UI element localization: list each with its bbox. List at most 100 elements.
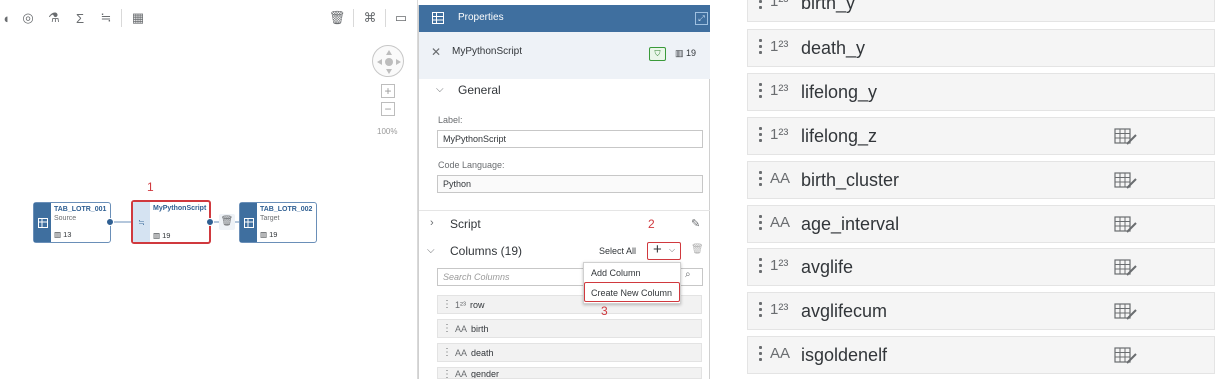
column-row[interactable]: 1²³ death_y [747, 29, 1215, 67]
label-input[interactable]: MyPythonScript [437, 130, 703, 148]
table-grid-icon [432, 12, 444, 24]
column-name: age_interval [801, 214, 900, 234]
delete-icon[interactable]: 🗑 [691, 244, 704, 255]
edit-column-icon[interactable] [1114, 215, 1138, 235]
column-name: death_y [801, 38, 866, 58]
drag-handle-icon[interactable] [759, 39, 763, 57]
general-section-title: General [458, 83, 501, 97]
columns-icon: ▥ [260, 230, 268, 239]
edit-column-icon[interactable] [1114, 346, 1138, 366]
column-row[interactable]: AA age_interval [747, 205, 1215, 243]
node-title: TAB_LOTR_002 [260, 206, 313, 213]
drag-handle-icon[interactable] [759, 346, 763, 364]
code-language-caption: Code Language: [438, 160, 505, 170]
column-name: birth_y [801, 0, 856, 13]
add-column-menu-item[interactable]: Add Column [584, 264, 682, 284]
drag-handle-icon[interactable] [759, 0, 763, 12]
columns-section-title: Columns (19) [450, 244, 523, 258]
object-summary: ✕ MyPythonScript ⛉ ▥ 19 [419, 32, 710, 79]
string-type-icon: AA [455, 323, 468, 334]
code-language-field[interactable]: Python [437, 175, 703, 193]
edit-column-icon[interactable] [1114, 258, 1138, 278]
column-row[interactable]: 1²³ lifelong_z [747, 117, 1215, 155]
node-column-count: 13 [63, 230, 72, 239]
drag-handle-icon[interactable] [759, 302, 763, 320]
section-divider [419, 210, 710, 211]
drag-handle-icon[interactable] [759, 171, 763, 189]
string-type-icon: AA [455, 369, 468, 379]
column-name: row [470, 299, 485, 310]
panel-title: Properties [458, 12, 504, 23]
numeric-type-icon: 1²³ [770, 38, 789, 55]
node-title: MyPythonScript [153, 205, 207, 212]
edit-column-icon[interactable] [1114, 171, 1138, 191]
select-all-link[interactable]: Select All [599, 246, 636, 256]
label-caption: Label: [438, 115, 463, 125]
object-name: MyPythonScript [452, 46, 523, 57]
column-row[interactable]: 1²³ avglifecum [747, 292, 1215, 330]
numeric-type-icon: 1²³ [770, 126, 789, 143]
node-column-count: 19 [269, 230, 278, 239]
node-delete-icon[interactable]: 🗑 [219, 214, 235, 230]
expand-icon[interactable]: ⤢ [695, 12, 708, 25]
add-column-button[interactable]: + ⌵ [647, 241, 681, 260]
edit-pencil-icon[interactable]: ✎ [691, 217, 700, 230]
column-name: birth_cluster [801, 170, 900, 190]
string-type-icon: AA [455, 347, 468, 358]
column-count-badge: ▥ 19 [675, 48, 697, 58]
drag-handle-icon[interactable]: ⋮ [442, 323, 452, 334]
column-name: lifelong_z [801, 126, 878, 146]
drag-handle-icon[interactable] [759, 258, 763, 276]
columns-icon: ▥ [153, 231, 161, 240]
node-connectors [113, 221, 239, 223]
script-section-title: Script [450, 217, 481, 231]
column-name: birth [471, 323, 489, 334]
chevron-right-icon: › [430, 217, 434, 229]
column-row[interactable]: 1²³ lifelong_y [747, 73, 1215, 111]
python-script-node[interactable]: ≒ MyPythonScript ▥ 19 [131, 200, 211, 244]
output-port[interactable] [106, 218, 114, 226]
drag-handle-icon[interactable] [759, 215, 763, 233]
source-node[interactable]: TAB_LOTR_001 Source ▥ 13 [33, 202, 111, 243]
dataflow-canvas[interactable]: ◖ ◎ ⚗ Σ ≒ ▦ 🗑 ⌘ ▭ + − 100% 1 TAB_LOTR_00… [0, 0, 418, 379]
column-row[interactable]: 1²³ avglife [747, 248, 1215, 286]
column-row[interactable]: 1²³ birth_y [747, 0, 1215, 22]
drag-handle-icon[interactable] [759, 127, 763, 145]
drag-handle-icon[interactable]: ⋮ [442, 347, 452, 358]
column-row[interactable]: ⋮ AA birth [437, 319, 702, 338]
table-icon [34, 203, 51, 242]
annotation-step-3: 3 [601, 304, 608, 318]
script-icon: ≒ [133, 202, 150, 242]
target-node[interactable]: TAB_LOTR_002 Target ▥ 19 [239, 202, 317, 243]
chevron-down-icon: ⌵ [436, 84, 444, 95]
validation-status-icon[interactable]: ⛉ [649, 47, 666, 61]
column-name: death [471, 347, 494, 358]
string-type-icon: AA [770, 345, 791, 362]
search-icon[interactable]: ⌕ [685, 269, 691, 280]
column-name: lifelong_y [801, 82, 878, 102]
column-name: gender [471, 369, 500, 379]
output-port[interactable] [206, 218, 214, 226]
node-column-count: 19 [162, 231, 171, 240]
column-name: avglifecum [801, 301, 888, 321]
node-subtitle: Source [54, 215, 77, 222]
tools-icon: ✕ [431, 45, 442, 59]
drag-handle-icon[interactable]: ⋮ [442, 299, 452, 310]
chevron-down-icon: ⌵ [669, 245, 676, 254]
numeric-type-icon: 1²³ [770, 0, 789, 10]
columns-icon: ▥ [54, 230, 62, 239]
column-row[interactable]: AA isgoldenelf [747, 336, 1215, 374]
numeric-type-icon: 1²³ [455, 299, 466, 310]
table-icon [240, 203, 257, 242]
properties-panel: Properties ⤢ ✕ MyPythonScript ⛉ ▥ 19 ⌵ G… [418, 5, 710, 379]
drag-handle-icon[interactable] [759, 83, 763, 101]
column-name: avglife [801, 257, 854, 277]
drag-handle-icon[interactable]: ⋮ [442, 369, 452, 378]
edit-column-icon[interactable] [1114, 302, 1138, 322]
column-row[interactable]: AA birth_cluster [747, 161, 1215, 199]
edit-column-icon[interactable] [1114, 127, 1138, 147]
numeric-type-icon: 1²³ [770, 82, 789, 99]
column-row[interactable]: ⋮ AA gender [437, 367, 702, 379]
column-row[interactable]: ⋮ AA death [437, 343, 702, 362]
node-subtitle: Target [260, 215, 280, 222]
